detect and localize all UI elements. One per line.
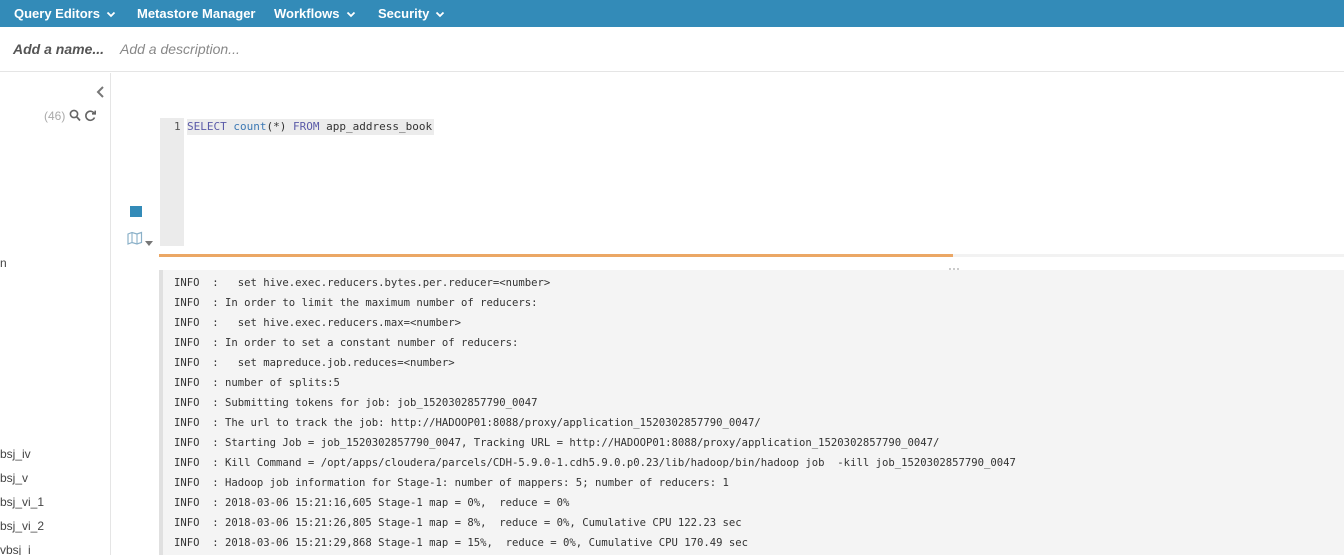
table-list-item[interactable]: bsj_iv (0, 447, 31, 461)
log-line: INFO : 2018-03-06 15:21:26,805 Stage-1 m… (174, 517, 742, 529)
chevron-down-icon (435, 9, 445, 19)
log-line: INFO : number of splits:5 (174, 377, 340, 389)
log-line: INFO : 2018-03-06 15:21:16,605 Stage-1 m… (174, 497, 570, 509)
log-line: INFO : Submitting tokens for job: job_15… (174, 397, 538, 409)
line-number: 1 (174, 120, 181, 133)
log-line: INFO : The url to track the job: http://… (174, 417, 761, 429)
log-line: INFO : set hive.exec.reducers.bytes.per.… (174, 277, 551, 289)
nav-query-editors[interactable]: Query Editors (14, 0, 116, 27)
nav-security[interactable]: Security (378, 0, 445, 27)
progress-fill (159, 254, 953, 257)
nav-workflows[interactable]: Workflows (274, 0, 356, 27)
log-line: INFO : set mapreduce.job.reduces=<number… (174, 357, 455, 369)
nav-query-editors-label: Query Editors (14, 6, 100, 21)
query-log-panel[interactable]: INFO : set hive.exec.reducers.bytes.per.… (159, 270, 1344, 555)
query-title-bar: Add a name... Add a description... (0, 27, 1344, 72)
query-progress-bar (159, 254, 1344, 257)
nav-metastore-manager-label: Metastore Manager (137, 6, 256, 21)
chevron-down-icon (346, 9, 356, 19)
log-line: INFO : Hadoop job information for Stage-… (174, 477, 729, 489)
nav-workflows-label: Workflows (274, 6, 340, 21)
stop-icon[interactable] (130, 206, 142, 217)
log-line: INFO : In order to limit the maximum num… (174, 297, 538, 309)
nav-metastore-manager[interactable]: Metastore Manager (137, 0, 255, 27)
top-navbar: Query Editors Metastore Manager Workflow… (0, 0, 1344, 27)
log-line: INFO : set hive.exec.reducers.max=<numbe… (174, 317, 462, 329)
sql-keyword: FROM (293, 120, 320, 133)
chevron-left-icon[interactable] (95, 85, 107, 99)
log-line: INFO : Kill Command = /opt/apps/cloudera… (174, 457, 1016, 469)
sql-function: count (233, 120, 267, 133)
log-line: INFO : In order to set a constant number… (174, 337, 519, 349)
table-list-item[interactable]: vbsj_i (0, 543, 31, 555)
table-list-item[interactable]: bsj_v (0, 471, 28, 485)
editor-gutter: 1 (160, 118, 184, 246)
table-list-item[interactable]: bsj_vi_2 (0, 519, 44, 533)
left-assist-panel: (46) n bsj_iv bsj_v bsj_vi_1 bsj_vi_2 vb… (0, 73, 111, 555)
log-line: INFO : 2018-03-06 15:21:29,868 Stage-1 m… (174, 537, 749, 549)
sql-editor[interactable]: 1 SELECT count(*) FROM app_address_book (160, 118, 1344, 246)
sql-table-name: app_address_book (326, 120, 433, 133)
sql-keyword: SELECT (187, 120, 227, 133)
query-name-field[interactable]: Add a name... (13, 41, 104, 57)
code-line[interactable]: SELECT count(*) FROM app_address_book (187, 119, 435, 135)
log-line: INFO : Starting Job = job_1520302857790_… (174, 437, 940, 449)
search-icon[interactable] (69, 109, 81, 122)
nav-security-label: Security (378, 6, 430, 21)
table-list-item[interactable]: n (0, 256, 7, 270)
caret-down-icon[interactable] (145, 234, 153, 246)
query-description-field[interactable]: Add a description... (120, 41, 240, 57)
sql-args: (*) (266, 120, 287, 133)
chevron-down-icon (106, 9, 116, 19)
map-icon[interactable] (126, 231, 144, 245)
table-count: (46) (44, 109, 66, 123)
refresh-icon[interactable] (84, 109, 97, 122)
table-list-item[interactable]: bsj_vi_1 (0, 495, 44, 509)
